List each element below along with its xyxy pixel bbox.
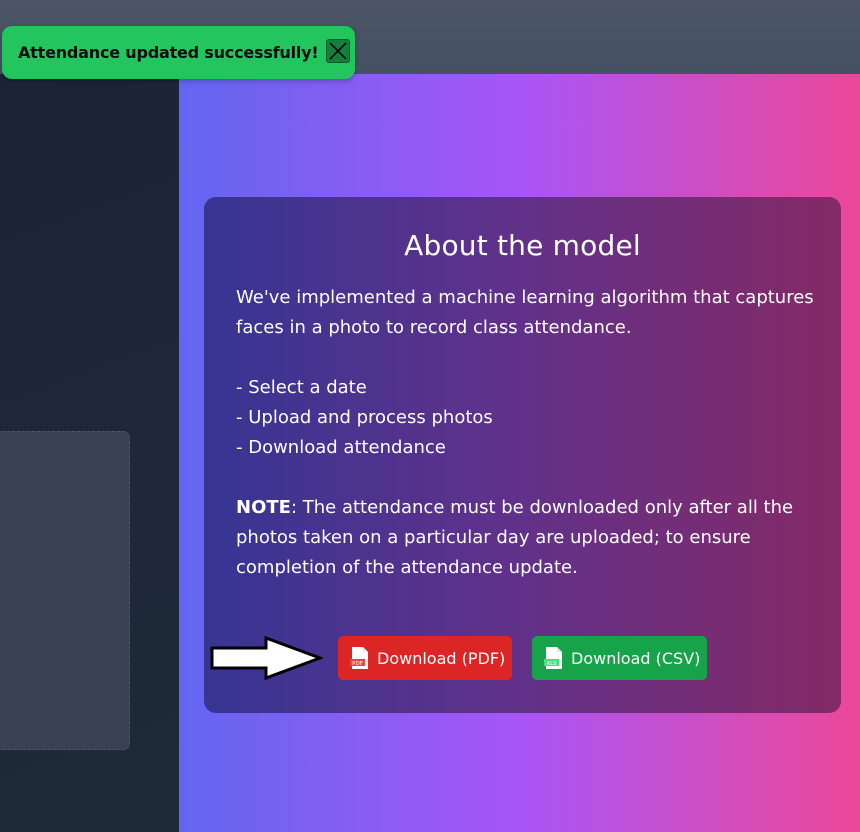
close-icon[interactable] — [326, 39, 350, 63]
left-panel — [0, 74, 179, 832]
download-csv-button[interactable]: XLS Download (CSV) — [532, 636, 707, 680]
about-intro: We've implemented a machine learning alg… — [236, 287, 814, 338]
success-toast: Attendance updated successfully! — [2, 26, 355, 79]
download-pdf-label: Download (PDF) — [377, 648, 506, 668]
toast-message: Attendance updated successfully! — [18, 43, 319, 62]
pdf-file-icon: PDF — [350, 647, 368, 669]
step-item: - Select a date — [236, 377, 367, 398]
note-label: NOTE — [236, 497, 291, 518]
about-title: About the model — [404, 229, 641, 262]
svg-text:PDF: PDF — [352, 661, 363, 667]
right-arrow-icon — [210, 636, 323, 680]
svg-text:XLS: XLS — [546, 661, 557, 667]
download-pdf-button[interactable]: PDF Download (PDF) — [338, 636, 512, 680]
note-paragraph: NOTE: The attendance must be downloaded … — [236, 493, 821, 583]
note-text: : The attendance must be downloaded only… — [236, 497, 794, 578]
step-item: - Upload and process photos — [236, 407, 493, 428]
xls-file-icon: XLS — [544, 647, 562, 669]
photo-upload-dropzone[interactable] — [0, 431, 130, 750]
step-item: - Download attendance — [236, 437, 446, 458]
download-csv-label: Download (CSV) — [571, 648, 701, 668]
about-description: We've implemented a machine learning alg… — [236, 283, 821, 583]
close-x-glyph — [329, 42, 347, 60]
